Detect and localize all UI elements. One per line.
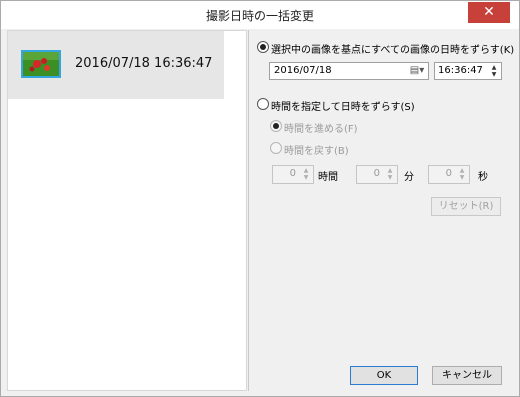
photo-thumbnail-image <box>23 52 59 76</box>
spin-up-icon[interactable]: ▲ <box>384 167 396 174</box>
spin-down-icon[interactable]: ▼ <box>384 174 396 181</box>
radio-advance-time[interactable] <box>270 120 282 132</box>
hours-stepper[interactable]: 0 ▲ ▼ <box>272 165 314 184</box>
calendar-dropdown-icon[interactable]: ▤▾ <box>408 64 426 78</box>
radio-specify-time[interactable] <box>257 98 269 110</box>
time-spinner[interactable]: ▲ ▼ <box>488 64 500 78</box>
minutes-spinner[interactable]: ▲ ▼ <box>384 167 396 182</box>
image-thumbnail <box>21 50 61 78</box>
close-button[interactable]: ✕ <box>468 2 510 23</box>
date-picker[interactable]: 2016/07/18 ▤▾ <box>269 62 429 80</box>
spin-up-icon[interactable]: ▲ <box>456 167 468 174</box>
item-datetime: 2016/07/18 16:36:47 <box>75 56 213 71</box>
hours-unit: 時間 <box>318 172 338 183</box>
seconds-value: 0 <box>445 168 452 179</box>
list-item[interactable]: 2016/07/18 16:36:47 <box>8 31 224 99</box>
radio-advance-time-label[interactable]: 時間を進める(F) <box>284 120 358 135</box>
date-value: 2016/07/18 <box>274 65 332 76</box>
minutes-stepper[interactable]: 0 ▲ ▼ <box>356 165 398 184</box>
spin-down-icon[interactable]: ▼ <box>488 71 500 78</box>
radio-shift-from-selected-label[interactable]: 選択中の画像を基点にすべての画像の日時をずらす(K) <box>271 41 514 56</box>
spin-up-icon[interactable]: ▲ <box>300 167 312 174</box>
minutes-value: 0 <box>373 168 380 179</box>
hours-value: 0 <box>289 168 296 179</box>
cancel-button[interactable]: キャンセル <box>432 366 502 385</box>
minutes-unit: 分 <box>404 172 414 183</box>
seconds-spinner[interactable]: ▲ ▼ <box>456 167 468 182</box>
spin-down-icon[interactable]: ▼ <box>300 174 312 181</box>
time-field[interactable]: 16:36:47 ▲ ▼ <box>434 62 502 80</box>
radio-shift-from-selected[interactable] <box>257 41 269 53</box>
spin-up-icon[interactable]: ▲ <box>488 64 500 71</box>
dialog-title: 撮影日時の一括変更 <box>205 9 314 23</box>
radio-specify-time-label[interactable]: 時間を指定して日時をずらす(S) <box>271 98 415 113</box>
change-shooting-date-dialog: 撮影日時の一括変更 ✕ 2016/07/18 16:36:47 選択中の画像を基… <box>0 0 520 397</box>
reset-button[interactable]: リセット(R) <box>431 197 501 216</box>
pane-divider <box>248 30 249 391</box>
image-list: 2016/07/18 16:36:47 <box>7 30 247 391</box>
title-bar: 撮影日時の一括変更 ✕ <box>1 1 519 29</box>
radio-rewind-time-label[interactable]: 時間を戻す(B) <box>284 142 349 157</box>
seconds-unit: 秒 <box>478 172 488 183</box>
ok-button[interactable]: OK <box>350 366 418 385</box>
radio-rewind-time[interactable] <box>270 142 282 154</box>
time-value: 16:36:47 <box>438 65 483 76</box>
seconds-stepper[interactable]: 0 ▲ ▼ <box>428 165 470 184</box>
hours-spinner[interactable]: ▲ ▼ <box>300 167 312 182</box>
spin-down-icon[interactable]: ▼ <box>456 174 468 181</box>
